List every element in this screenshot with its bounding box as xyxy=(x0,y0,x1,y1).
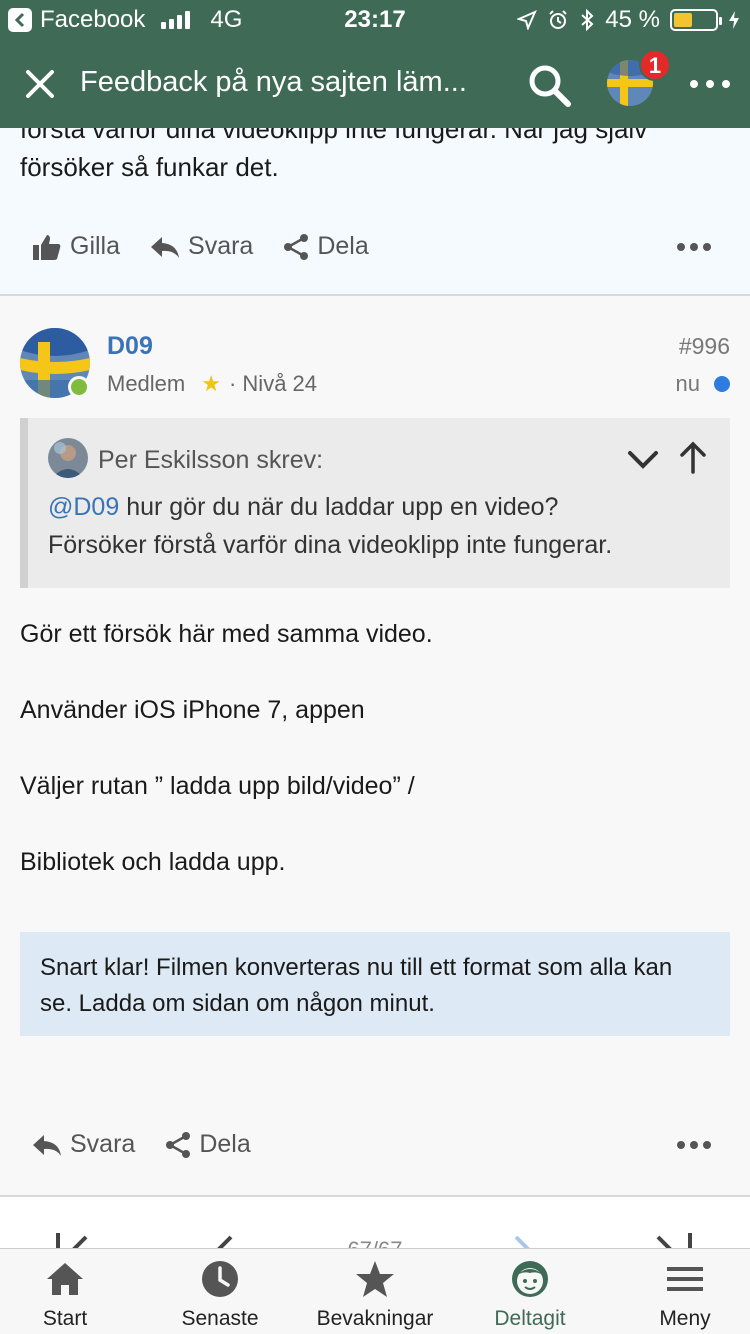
star-icon xyxy=(356,1261,394,1297)
share-button[interactable]: Dela xyxy=(165,1130,251,1159)
home-icon xyxy=(47,1263,83,1295)
post-time: nu xyxy=(676,371,730,397)
alarm-icon xyxy=(549,10,568,29)
tab-start[interactable]: Start xyxy=(0,1249,140,1334)
tab-bevakningar[interactable]: Bevakningar xyxy=(300,1249,450,1334)
previous-post-text: förstå varför dina videoklipp inte funge… xyxy=(20,128,648,182)
quote-author-avatar xyxy=(48,438,88,478)
author-level: · Nivå 24 xyxy=(228,371,318,396)
mention-link[interactable]: @D09 xyxy=(48,493,119,521)
online-status-indicator xyxy=(68,376,90,398)
author-name[interactable]: D09 xyxy=(107,332,153,361)
reply-button[interactable]: Svara xyxy=(32,1130,135,1159)
post-paragraph: Bibliotek och ladda upp. xyxy=(20,848,286,876)
battery-icon xyxy=(670,9,722,31)
bluetooth-icon xyxy=(581,9,594,31)
tab-senaste[interactable]: Senaste xyxy=(145,1249,295,1334)
unread-indicator xyxy=(714,376,730,392)
post-paragraph: Väljer rutan ” ladda upp bild/video” / xyxy=(20,772,415,800)
pagination-bar: 67/67 xyxy=(0,1195,750,1250)
post-paragraph: Gör ett försök här med samma video. xyxy=(20,620,433,648)
tab-meny[interactable]: Meny xyxy=(610,1249,750,1334)
author-role: Medlem xyxy=(107,371,186,396)
reply-button[interactable]: Svara xyxy=(150,232,253,261)
tab-deltagit[interactable]: Deltagit xyxy=(455,1249,605,1334)
post-paragraph: Använder iOS iPhone 7, appen xyxy=(20,696,365,724)
share-icon xyxy=(166,1131,191,1158)
reply-icon xyxy=(151,236,180,258)
participated-face-icon xyxy=(512,1261,548,1297)
search-icon[interactable] xyxy=(526,62,572,108)
thumbs-up-icon xyxy=(33,234,61,260)
share-button[interactable]: Dela xyxy=(283,232,369,261)
bottom-tab-bar: Start Senaste Bevakningar Deltagit Meny xyxy=(0,1248,750,1334)
quote-text: @D09 hur gör du när du laddar upp en vid… xyxy=(48,493,613,559)
previous-post-more-icon[interactable] xyxy=(677,243,711,251)
expand-quote-icon[interactable] xyxy=(626,444,660,474)
notification-badge[interactable]: 1 xyxy=(639,49,671,81)
page-title: Feedback på nya sajten läm... xyxy=(80,66,467,98)
quote-author: Per Eskilsson skrev: xyxy=(98,446,324,474)
more-options-icon[interactable] xyxy=(688,72,732,96)
clock-icon xyxy=(202,1261,238,1297)
author-meta: Medlem ★ · Nivå 24 xyxy=(107,371,317,397)
reply-icon xyxy=(33,1134,61,1156)
menu-icon xyxy=(667,1267,703,1291)
jump-to-quote-icon[interactable] xyxy=(678,440,708,474)
video-processing-notice: Snart klar! Filmen konverteras nu till e… xyxy=(20,932,730,1036)
status-bar: Facebook 4G 23:17 45 % xyxy=(0,0,750,40)
close-icon[interactable] xyxy=(20,64,60,104)
star-icon: ★ xyxy=(201,371,221,396)
share-icon xyxy=(284,233,309,260)
location-icon xyxy=(517,10,538,30)
quote-block: Per Eskilsson skrev: @D09 hur gör du när… xyxy=(20,418,730,588)
battery-percent: 45 % xyxy=(605,6,660,33)
post-more-icon[interactable] xyxy=(677,1141,711,1149)
post-number[interactable]: #996 xyxy=(679,333,730,360)
charging-icon xyxy=(729,11,739,29)
top-navbar: Feedback på nya sajten läm... 1 xyxy=(0,40,750,128)
like-button[interactable]: Gilla xyxy=(32,232,120,261)
previous-post: förstå varför dina videoklipp inte funge… xyxy=(0,128,750,296)
